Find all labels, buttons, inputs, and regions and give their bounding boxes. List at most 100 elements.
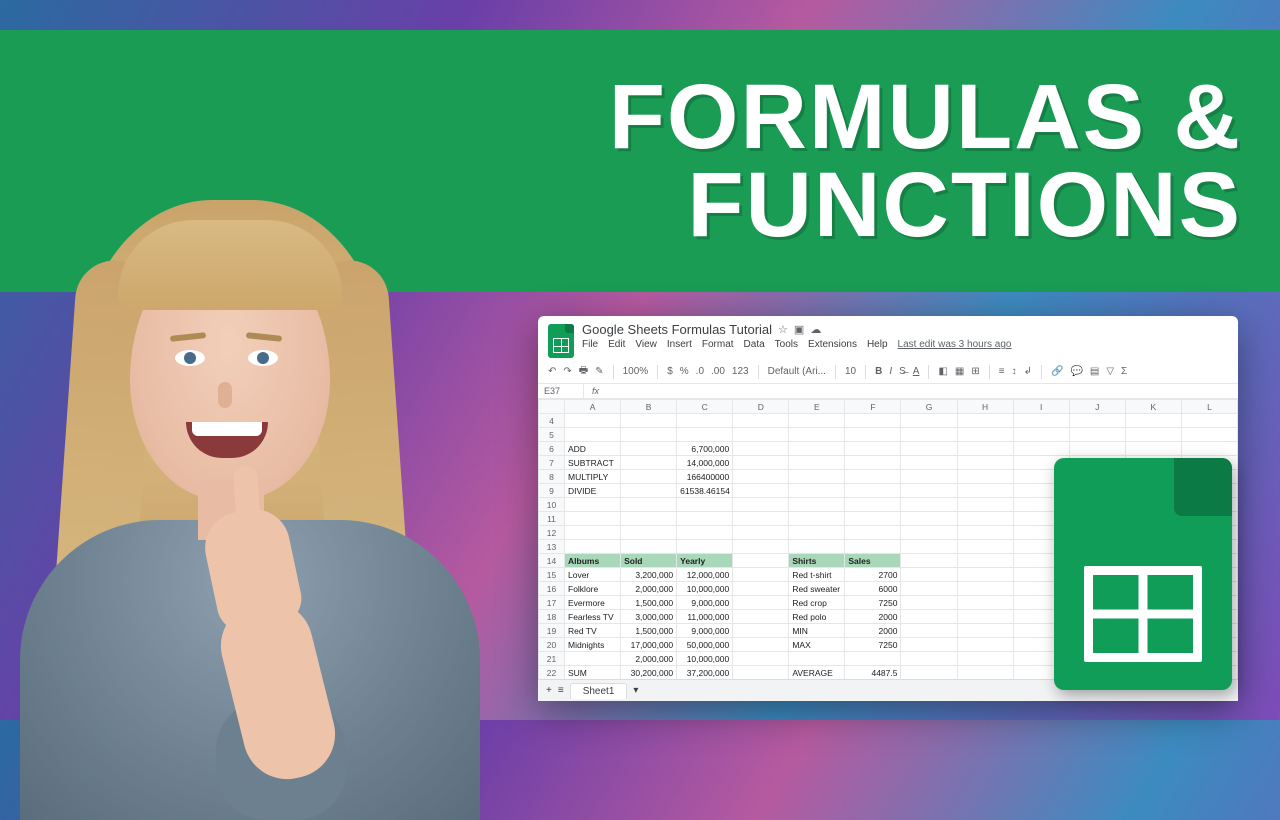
cell[interactable]: 37,200,000 — [677, 666, 733, 680]
cell[interactable]: 50,000,000 — [677, 638, 733, 652]
row-header[interactable]: 22 — [539, 666, 565, 680]
last-edit-link[interactable]: Last edit was 3 hours ago — [898, 339, 1012, 350]
cell[interactable]: DIVIDE — [565, 484, 621, 498]
cell[interactable] — [1013, 442, 1069, 456]
cell[interactable] — [789, 428, 845, 442]
cell[interactable]: Fearless TV — [565, 610, 621, 624]
cell[interactable] — [789, 484, 845, 498]
cell[interactable]: 9,000,000 — [677, 596, 733, 610]
cell[interactable] — [733, 568, 789, 582]
cell[interactable]: AVERAGE — [789, 666, 845, 680]
cell[interactable] — [733, 582, 789, 596]
move-icon[interactable]: ▣ — [794, 323, 804, 336]
cell[interactable] — [845, 428, 901, 442]
cell[interactable] — [1125, 428, 1181, 442]
cell[interactable]: Folklore — [565, 582, 621, 596]
cell[interactable] — [733, 442, 789, 456]
cell[interactable] — [957, 624, 1013, 638]
cell[interactable] — [901, 624, 957, 638]
cell[interactable] — [845, 526, 901, 540]
cell[interactable] — [957, 610, 1013, 624]
cell[interactable] — [1069, 442, 1125, 456]
font-size-select[interactable]: 10 — [845, 366, 856, 377]
font-select[interactable]: Default (Ari... — [768, 366, 826, 377]
cell[interactable]: 14,000,000 — [677, 456, 733, 470]
redo-icon[interactable]: ↷ — [563, 366, 571, 377]
row-header[interactable]: 12 — [539, 526, 565, 540]
cell[interactable]: Red crop — [789, 596, 845, 610]
cell[interactable] — [1181, 428, 1237, 442]
cell[interactable] — [733, 512, 789, 526]
row-header[interactable]: 13 — [539, 540, 565, 554]
cell[interactable]: 7250 — [845, 638, 901, 652]
cell[interactable]: 2,000,000 — [621, 582, 677, 596]
cell[interactable] — [565, 512, 621, 526]
cell[interactable] — [901, 652, 957, 666]
print-icon[interactable]: 🖶 — [579, 363, 588, 380]
cell[interactable]: 2000 — [845, 610, 901, 624]
col-header[interactable]: C — [677, 400, 733, 414]
col-header[interactable]: K — [1125, 400, 1181, 414]
cell[interactable] — [957, 596, 1013, 610]
cell[interactable] — [901, 456, 957, 470]
cell[interactable]: 2,000,000 — [621, 652, 677, 666]
cell[interactable] — [789, 498, 845, 512]
cell[interactable] — [901, 610, 957, 624]
strike-button[interactable]: S̶ — [899, 366, 906, 377]
cell[interactable] — [677, 526, 733, 540]
row-header[interactable]: 6 — [539, 442, 565, 456]
cell[interactable] — [621, 428, 677, 442]
cell[interactable]: 7250 — [845, 596, 901, 610]
cell[interactable] — [901, 568, 957, 582]
col-header[interactable]: A — [565, 400, 621, 414]
functions-button[interactable]: Σ — [1121, 366, 1127, 377]
menu-file[interactable]: File — [582, 339, 598, 350]
cell[interactable] — [789, 540, 845, 554]
cell[interactable] — [733, 526, 789, 540]
cell[interactable]: 3,200,000 — [621, 568, 677, 582]
cell[interactable] — [901, 582, 957, 596]
cell[interactable] — [957, 512, 1013, 526]
cell[interactable] — [845, 484, 901, 498]
cell[interactable] — [901, 540, 957, 554]
cell[interactable] — [677, 428, 733, 442]
fill-color-button[interactable]: ◧ — [938, 366, 947, 377]
cell[interactable] — [789, 442, 845, 456]
merge-button[interactable]: ⊞ — [971, 366, 979, 377]
cell[interactable] — [901, 484, 957, 498]
cell[interactable] — [621, 526, 677, 540]
cell[interactable] — [733, 540, 789, 554]
wrap-button[interactable]: ↲ — [1024, 366, 1032, 377]
menu-format[interactable]: Format — [702, 339, 734, 350]
cell[interactable] — [733, 666, 789, 680]
cell[interactable] — [957, 568, 1013, 582]
cell[interactable] — [901, 554, 957, 568]
cell[interactable]: 3,000,000 — [621, 610, 677, 624]
cell[interactable] — [845, 414, 901, 428]
cell[interactable]: 4487.5 — [845, 666, 901, 680]
cell[interactable] — [957, 652, 1013, 666]
cell[interactable] — [733, 470, 789, 484]
cell[interactable] — [789, 512, 845, 526]
cloud-icon[interactable]: ☁ — [810, 323, 821, 336]
cell[interactable]: 61538.46154 — [677, 484, 733, 498]
cell[interactable] — [901, 596, 957, 610]
cell[interactable]: Red t-shirt — [789, 568, 845, 582]
row-header[interactable]: 17 — [539, 596, 565, 610]
cell[interactable] — [733, 414, 789, 428]
cell[interactable]: 6,700,000 — [677, 442, 733, 456]
cell[interactable]: 2700 — [845, 568, 901, 582]
cell[interactable] — [733, 498, 789, 512]
cell[interactable] — [565, 540, 621, 554]
paint-icon[interactable]: ✎ — [595, 366, 603, 377]
star-icon[interactable]: ☆ — [778, 323, 788, 336]
cell[interactable] — [957, 638, 1013, 652]
cell[interactable]: Red polo — [789, 610, 845, 624]
menu-tools[interactable]: Tools — [775, 339, 798, 350]
col-header[interactable]: E — [789, 400, 845, 414]
col-header[interactable]: J — [1069, 400, 1125, 414]
cell[interactable] — [901, 442, 957, 456]
cell[interactable] — [789, 652, 845, 666]
row-header[interactable]: 11 — [539, 512, 565, 526]
cell[interactable] — [621, 484, 677, 498]
